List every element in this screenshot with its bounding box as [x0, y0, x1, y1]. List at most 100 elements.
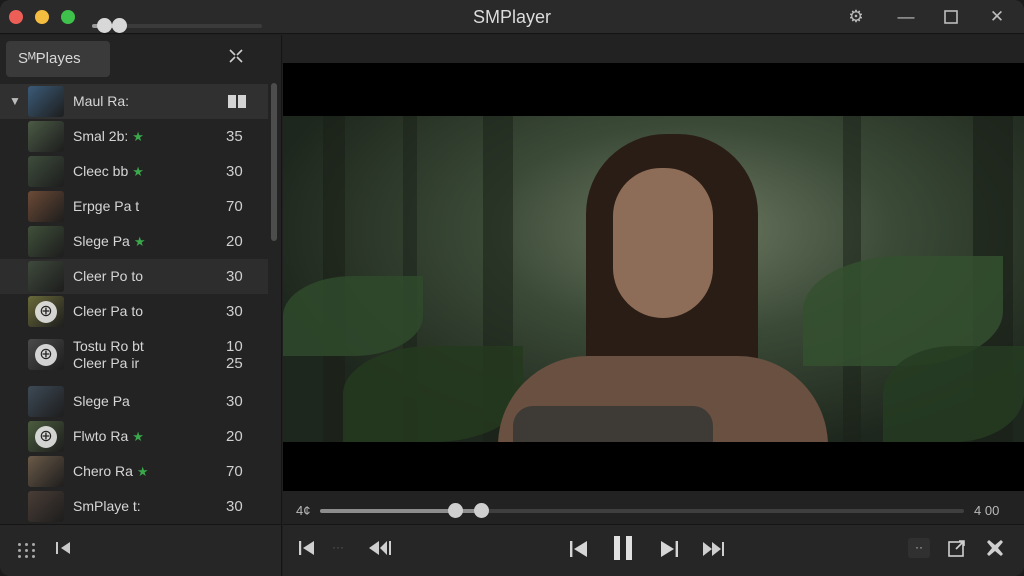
playlist-item[interactable]: ⊕ Flwto Ra ★ 20 — [0, 419, 268, 454]
playlist-item-title: Chero Ra ★ — [73, 463, 149, 480]
close-icon[interactable]: ✕ — [986, 6, 1008, 28]
stop-icon[interactable]: ··· — [332, 540, 344, 554]
playlist-item-count: 20 — [226, 233, 243, 250]
playlist-item-subtitle: Cleer Pa ir — [73, 355, 140, 371]
playlist-thumbnail — [28, 456, 64, 487]
seek-knob[interactable] — [474, 503, 489, 518]
total-time: 4 00 — [974, 503, 1000, 518]
playlist-item-title-text: Slege Pa — [73, 393, 130, 409]
app-window: SMPlayer ⚙ — ✕ SᴹPlayes ▼ Maul Ra: Smal 2b… — [0, 0, 1024, 576]
playlist-item-title: Slege Pa ★ — [73, 233, 145, 250]
playlist-thumbnail — [28, 226, 64, 257]
person-clothing — [513, 406, 713, 442]
playlist-thumbnail — [28, 86, 64, 117]
playlist-item[interactable]: Cleer Po to 30 — [0, 259, 268, 294]
playlist-item-title-text: Cleer Pa to — [73, 303, 144, 319]
previous-track-icon[interactable] — [569, 540, 589, 563]
expand-arrow-icon[interactable]: ▼ — [9, 94, 21, 108]
playlist-menu-icon[interactable] — [18, 543, 36, 559]
fast-forward-icon[interactable] — [702, 540, 728, 563]
playlist-item[interactable]: ⊕ Tostu Ro bt Cleer Pa ir 10 25 — [0, 329, 268, 384]
playlist-item-title: Slege Pa — [73, 393, 130, 409]
video-top-margin — [283, 35, 1024, 63]
playlist-item[interactable]: SmPlaye t: 30 — [0, 489, 268, 524]
playlist-scroll-thumb[interactable] — [271, 83, 277, 241]
playlist-item-count: 70 — [226, 463, 243, 480]
playlist-thumbnail: ⊕ — [28, 339, 64, 370]
playlist-item-count: 20 — [226, 428, 243, 445]
playlist-item-title-text: Flwto Ra — [73, 428, 129, 444]
playlist-thumbnail — [28, 491, 64, 522]
playlist-thumbnail — [28, 121, 64, 152]
playlist-thumbnail — [28, 156, 64, 187]
playlist-item[interactable]: Smal 2b: ★ 35 — [0, 119, 268, 154]
playlist-item[interactable]: Chero Ra ★ 70 — [0, 454, 268, 489]
playlist-item-title: SmPlaye t: — [73, 498, 141, 514]
playlist-item-title-text: Cleec bb — [73, 163, 129, 179]
person-face — [613, 168, 713, 318]
gear-icon[interactable]: ⚙ — [845, 6, 867, 28]
pause-icon[interactable] — [612, 535, 634, 566]
playlist-item-title: Cleer Po to — [73, 268, 143, 284]
thumbnail-logo-icon: ⊕ — [35, 344, 57, 366]
playlist-item-title-text: Chero Ra — [73, 463, 133, 479]
playlist-item[interactable]: Erpge Pa t 70 — [0, 189, 268, 224]
playlist-item-title-text: Cleer Po to — [73, 268, 144, 284]
playlist-thumbnail — [28, 386, 64, 417]
elapsed-time: 4¢ — [296, 503, 311, 518]
playlist-item-count: 70 — [226, 198, 243, 215]
playlist-item-title-text: Maul Ra: — [73, 93, 130, 109]
playlist-item-title: Cleer Pa to — [73, 303, 143, 319]
playlist-item-count: 30 — [226, 303, 243, 320]
playlist-item-title: Erpge Pa t — [73, 198, 139, 214]
playlist-item[interactable]: Slege Pa ★ 20 — [0, 224, 268, 259]
view-toggle-icon[interactable] — [228, 95, 246, 108]
thumbnail-logo-icon: ⊕ — [35, 426, 57, 448]
fullscreen-icon[interactable] — [985, 538, 1005, 563]
playlist-thumbnail — [28, 261, 64, 292]
maximize-icon[interactable] — [940, 6, 962, 28]
playlist-item-count: 35 — [226, 128, 243, 145]
playlist-item-count: 30 — [226, 268, 243, 285]
playlist-item-count: 30 — [226, 498, 243, 515]
star-icon: ★ — [133, 234, 146, 249]
playlist-item-count-secondary: 25 — [226, 355, 243, 372]
playlist-thumbnail — [28, 191, 64, 222]
share-icon[interactable] — [947, 538, 967, 563]
thumbnail-logo-icon: ⊕ — [35, 301, 57, 323]
playlist-sidebar: SᴹPlayes ▼ Maul Ra: Smal 2b: ★ 35 Cleec bb ★ 30… — [0, 35, 282, 524]
playlist-item-title-text: Tostu Ro bt — [73, 338, 144, 354]
rewind-icon[interactable] — [368, 540, 392, 561]
playlist-thumbnail: ⊕ — [28, 296, 64, 327]
playlist-tab[interactable]: SᴹPlayes — [6, 41, 110, 77]
playlist-item-title: Tostu Ro bt — [73, 338, 144, 354]
playlist-item[interactable]: ⊕ Cleer Pa to 30 — [0, 294, 268, 329]
star-icon: ★ — [132, 429, 144, 444]
playlist-item-title-text: SmPlaye t: — [73, 498, 141, 514]
title-bar: SMPlayer ⚙ — ✕ — [0, 0, 1024, 34]
playlist-item-title: Flwto Ra ★ — [73, 428, 144, 445]
sidebar-bottom-bar — [0, 524, 282, 576]
skip-back-icon[interactable] — [54, 540, 74, 561]
playlist-item-title: Cleec bb ★ — [73, 163, 144, 180]
star-icon: ★ — [132, 164, 144, 179]
playlist-item-title-text: Erpge Pa t — [73, 198, 140, 214]
playlist-item-count: 30 — [226, 163, 243, 180]
seek-bar-area — [283, 491, 1024, 524]
playlist-item[interactable]: ▼ Maul Ra: — [0, 84, 268, 119]
collapse-icon[interactable] — [224, 47, 248, 71]
playlist-thumbnail: ⊕ — [28, 421, 64, 452]
skip-back-icon[interactable] — [298, 540, 316, 561]
playlist-item[interactable]: Slege Pa 30 — [0, 384, 268, 419]
playlist-item[interactable]: Cleec bb ★ 30 — [0, 154, 268, 189]
playlist-item-title-text: Slege Pa — [73, 233, 130, 249]
playlist-item-count: 10 — [226, 338, 243, 355]
more-button[interactable]: ·· — [908, 538, 930, 558]
video-viewport[interactable] — [283, 63, 1024, 491]
star-icon: ★ — [136, 464, 149, 479]
minimize-icon[interactable]: — — [895, 6, 917, 28]
star-icon: ★ — [132, 129, 144, 144]
video-frame — [283, 116, 1024, 442]
playlist-item-title-text: Smal 2b: — [73, 128, 129, 144]
skip-forward-icon[interactable] — [659, 540, 679, 563]
